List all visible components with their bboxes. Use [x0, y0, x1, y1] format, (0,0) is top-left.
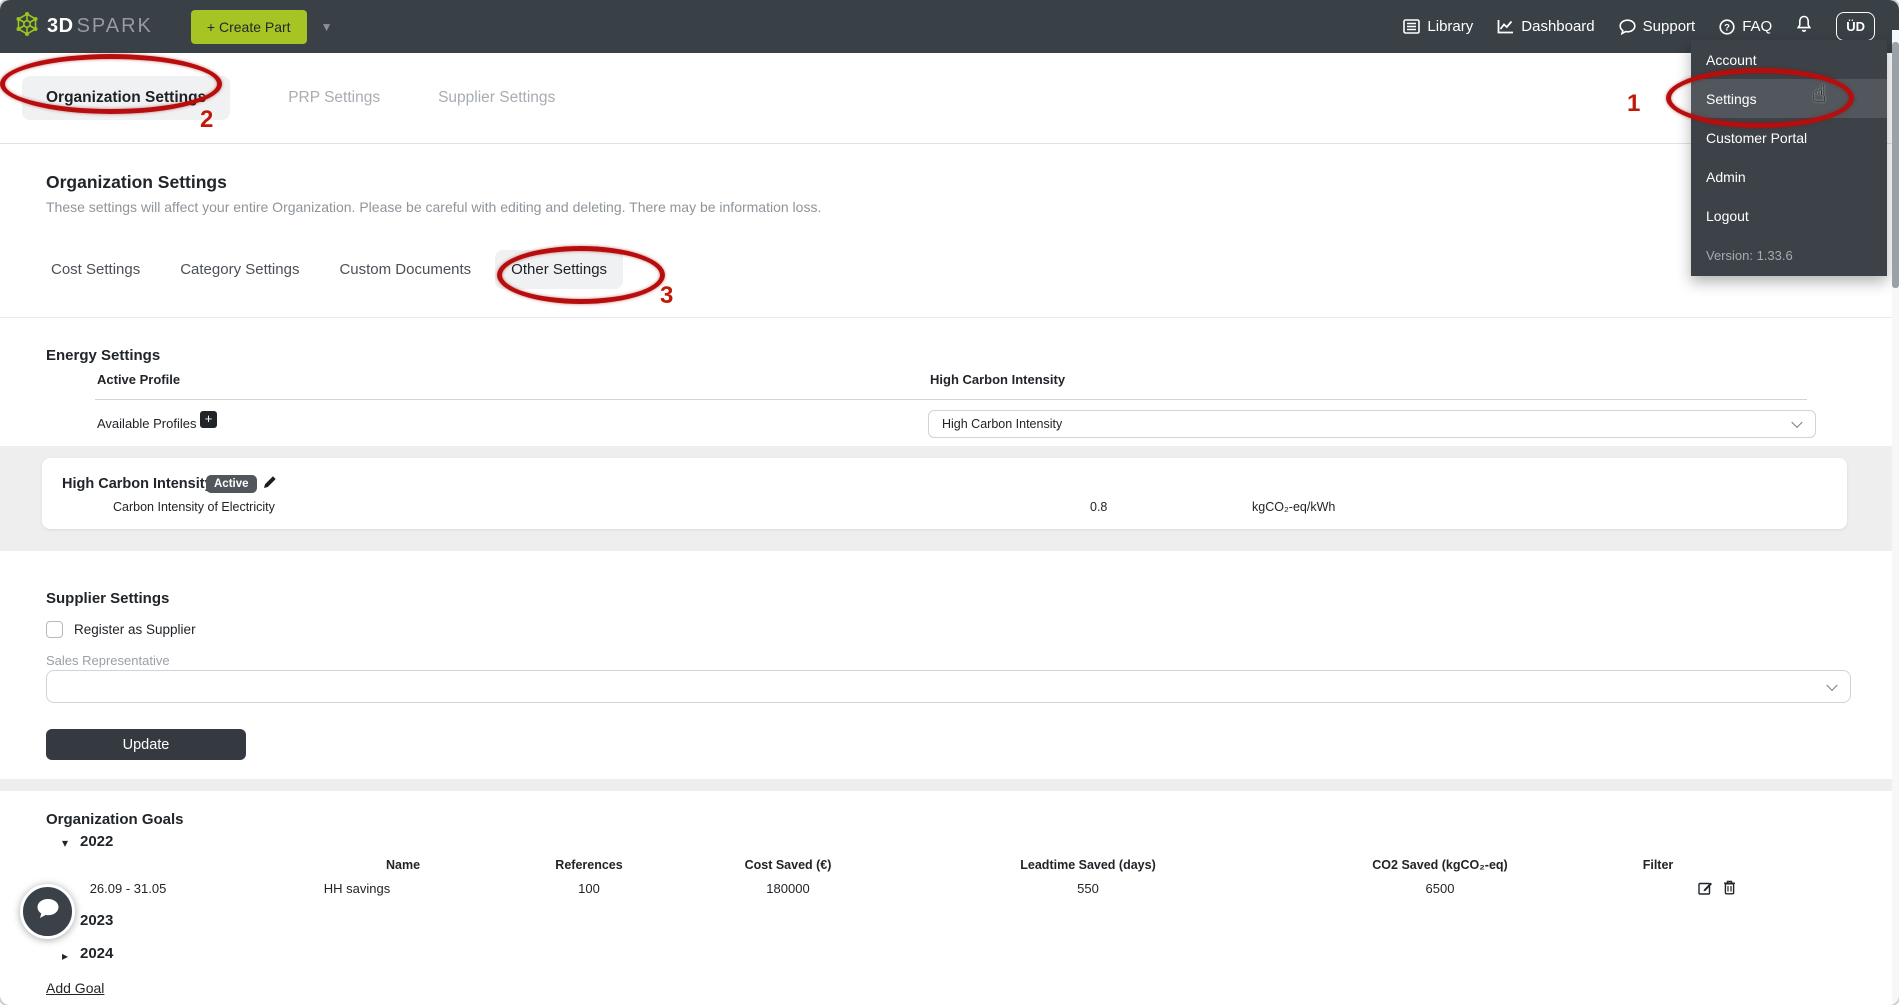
tab-prp-settings[interactable]: PRP Settings — [288, 89, 380, 107]
annotation-number-2: 2 — [200, 106, 214, 133]
nav-dashboard-label: Dashboard — [1521, 18, 1595, 35]
goals-header-leadtime-saved: Leadtime Saved (days) — [1020, 858, 1156, 872]
carbon-intensity-label: Carbon Intensity of Electricity — [113, 500, 275, 514]
app-version-text: Version: 1.33.6 — [1706, 248, 1793, 263]
goals-header-name: Name — [385, 858, 421, 872]
menu-item-account[interactable]: Account — [1691, 40, 1887, 79]
goal-row-actions — [1698, 880, 1736, 900]
nav-support-label: Support — [1642, 18, 1696, 35]
edit-goal-icon[interactable] — [1698, 880, 1713, 900]
profile-select-value: High Carbon Intensity — [942, 417, 1063, 431]
nav-library[interactable]: Library — [1403, 18, 1473, 35]
register-supplier-label: Register as Supplier — [74, 622, 196, 637]
nav-dashboard[interactable]: Dashboard — [1497, 18, 1595, 35]
goals-header-filter: Filter — [1642, 858, 1674, 872]
register-supplier-checkbox[interactable] — [46, 621, 63, 638]
nav-library-label: Library — [1427, 18, 1474, 35]
carbon-intensity-value: 0.8 — [1090, 500, 1108, 514]
edit-profile-pencil-icon[interactable] — [262, 474, 278, 495]
caret-down-icon[interactable]: ▾ — [62, 836, 68, 850]
profile-card-name: High Carbon Intensity — [62, 476, 213, 492]
goals-header-references: References — [555, 858, 623, 872]
svg-text:?: ? — [1724, 22, 1730, 33]
menu-item-admin[interactable]: Admin — [1691, 157, 1887, 196]
main-tabbar: Organization Settings PRP Settings Suppl… — [0, 53, 1899, 144]
carbon-intensity-unit: kgCO₂-eq/kWh — [1252, 500, 1336, 514]
goals-header-cost-saved: Cost Saved (€) — [744, 858, 832, 872]
nav-support[interactable]: Support — [1619, 18, 1696, 35]
settings-subtabs: Cost Settings Category Settings Custom D… — [35, 250, 624, 289]
goal-row-name: HH savings — [323, 881, 391, 896]
update-button[interactable]: Update — [46, 729, 246, 760]
menu-item-customer-portal[interactable]: Customer Portal — [1691, 118, 1887, 157]
spark-logo-icon — [14, 11, 40, 42]
active-profile-label: Active Profile — [97, 372, 181, 387]
user-dropdown-menu: Account Settings Customer Portal Admin L… — [1691, 40, 1887, 276]
brand-text-3d: 3D — [47, 15, 74, 37]
profile-select[interactable]: High Carbon Intensity — [928, 410, 1816, 438]
chat-widget-button[interactable] — [20, 884, 75, 939]
available-profiles-label: Available Profiles — [97, 416, 197, 431]
sales-representative-label: Sales Representative — [46, 653, 170, 668]
notifications-bell-icon[interactable] — [1796, 15, 1812, 38]
nav-faq[interactable]: ? FAQ — [1719, 18, 1772, 35]
subtab-cost-settings[interactable]: Cost Settings — [35, 250, 156, 289]
create-part-caret-icon[interactable]: ▼ — [321, 20, 333, 34]
active-status-badge: Active — [206, 475, 257, 493]
chevron-down-icon — [1826, 679, 1838, 691]
page-description: These settings will affect your entire O… — [46, 199, 822, 215]
energy-settings-heading: Energy Settings — [46, 347, 161, 364]
goal-row-references: 100 — [578, 881, 600, 896]
brand-text-spark: SPARK — [76, 15, 153, 37]
navbar-right-group: Library Dashboard Support ? FAQ ÜD — [1403, 12, 1885, 41]
brand-logo[interactable]: 3D SPARK — [14, 11, 153, 42]
faq-question-icon: ? — [1719, 18, 1735, 35]
support-chat-icon — [1619, 18, 1636, 35]
menu-item-logout[interactable]: Logout — [1691, 196, 1887, 235]
goal-year-2023[interactable]: 2023 — [80, 912, 113, 929]
goal-year-2022[interactable]: 2022 — [80, 833, 113, 850]
scrollbar-thumb[interactable] — [1892, 42, 1899, 288]
add-profile-button[interactable]: + — [200, 411, 217, 428]
subtab-category-settings[interactable]: Category Settings — [164, 250, 315, 289]
menu-item-settings[interactable]: Settings — [1691, 79, 1887, 118]
goals-header-co2-saved: CO2 Saved (kgCO₂-eq) — [1372, 858, 1508, 872]
create-part-button[interactable]: + Create Part — [190, 9, 307, 44]
goal-year-2024[interactable]: 2024 — [80, 945, 113, 962]
vertical-scrollbar[interactable] — [1892, 30, 1899, 1005]
section-divider — [0, 317, 1899, 318]
delete-goal-icon[interactable] — [1723, 880, 1736, 900]
supplier-settings-heading: Supplier Settings — [46, 590, 170, 607]
tab-supplier-settings[interactable]: Supplier Settings — [438, 89, 555, 107]
annotation-number-1: 1 — [1627, 90, 1641, 117]
chevron-down-icon — [1791, 416, 1803, 429]
goal-row-leadtime-saved: 550 — [1077, 881, 1099, 896]
tab-organization-settings[interactable]: Organization Settings — [22, 76, 231, 120]
app-window: 3D SPARK + Create Part ▼ Library Dashboar… — [0, 0, 1899, 1005]
mouse-cursor-hand-icon: ☝ — [1812, 80, 1827, 108]
sales-representative-select[interactable] — [46, 670, 1851, 703]
subtab-other-settings[interactable]: Other Settings — [495, 250, 624, 289]
page-title: Organization Settings — [46, 172, 227, 192]
row-divider — [95, 399, 1807, 400]
top-navbar: 3D SPARK + Create Part ▼ Library Dashboar… — [0, 0, 1899, 53]
goal-row-co2-saved: 6500 — [1425, 881, 1455, 896]
organization-goals-heading: Organization Goals — [46, 811, 184, 828]
user-avatar-button[interactable]: ÜD — [1836, 12, 1875, 41]
chat-bubble-icon — [35, 897, 61, 926]
section-divider-band — [0, 779, 1899, 791]
caret-right-icon[interactable]: ▸ — [62, 949, 68, 963]
goal-row-period: 26.09 - 31.05 — [89, 881, 167, 896]
nav-faq-label: FAQ — [1742, 18, 1773, 35]
library-icon — [1403, 19, 1421, 34]
add-goal-link[interactable]: Add Goal — [46, 980, 104, 996]
dashboard-chart-icon — [1497, 19, 1514, 34]
subtab-custom-documents[interactable]: Custom Documents — [323, 250, 487, 289]
annotation-number-3: 3 — [660, 282, 674, 309]
active-profile-card — [42, 458, 1847, 529]
active-profile-value: High Carbon Intensity — [930, 372, 1066, 387]
goal-row-cost-saved: 180000 — [766, 881, 810, 896]
